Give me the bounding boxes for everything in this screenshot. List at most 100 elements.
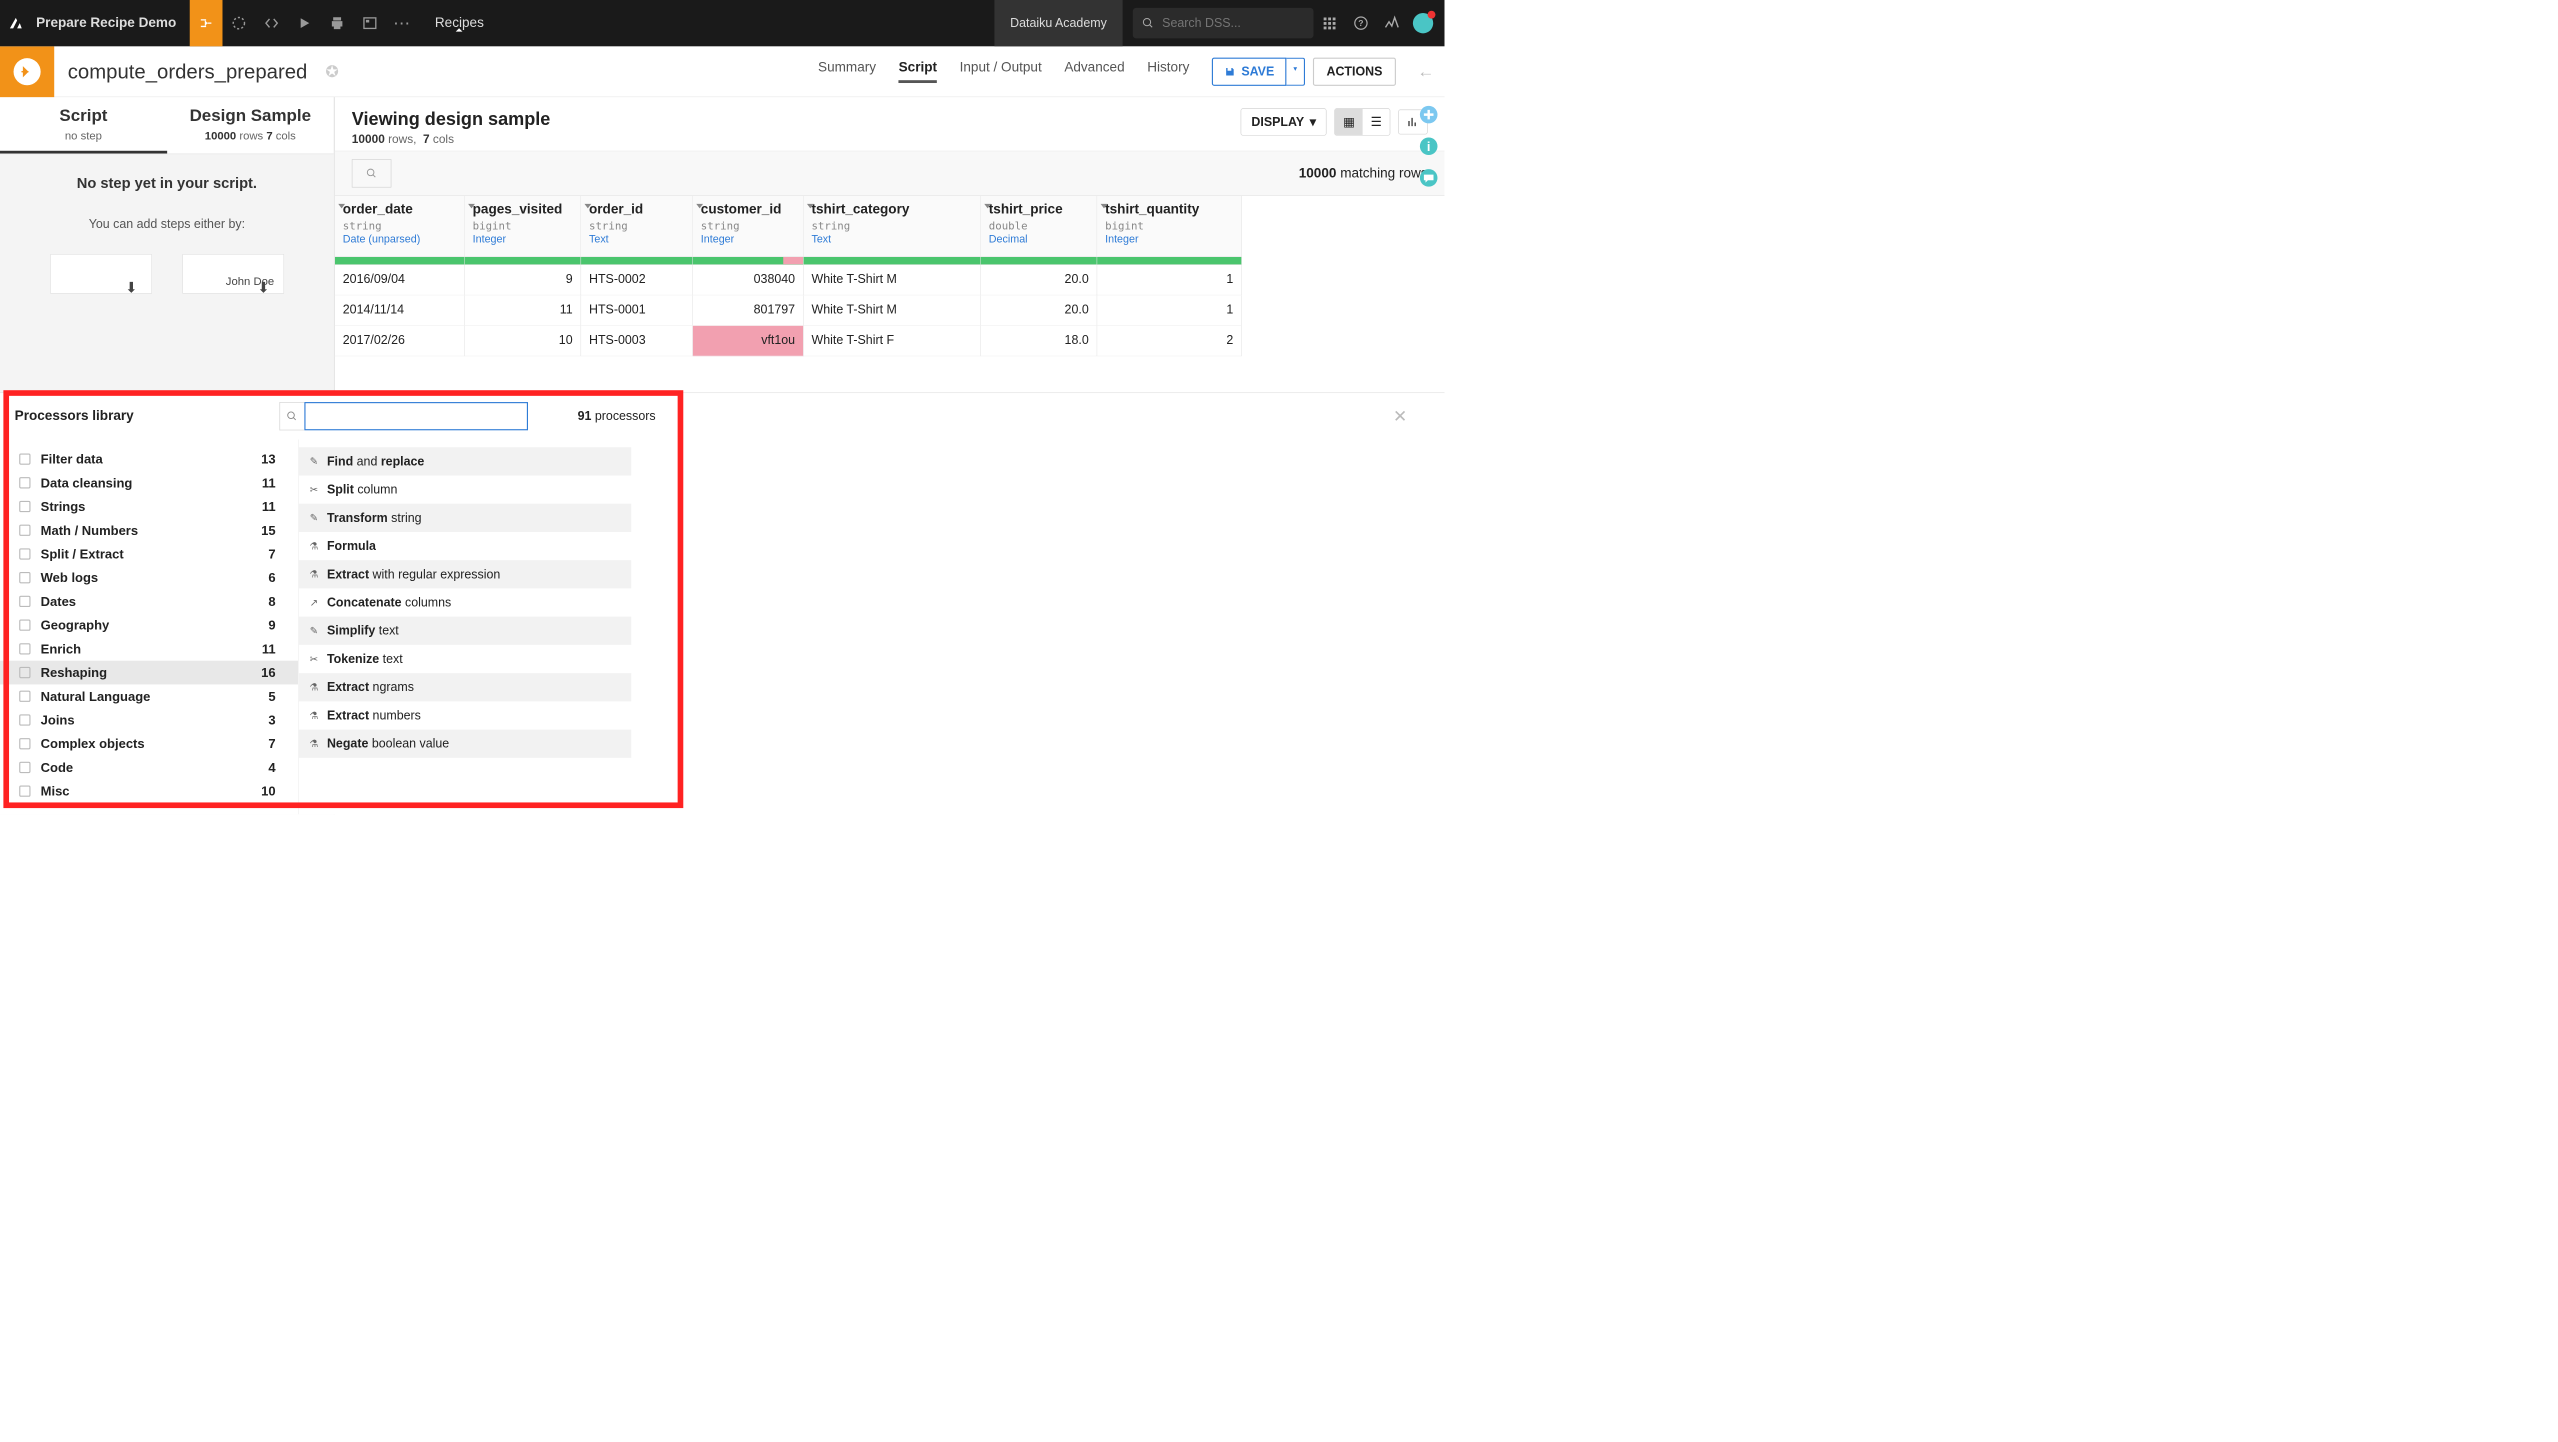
cell[interactable]: 11 [465,295,581,325]
category-row[interactable]: Geography9 [0,613,298,637]
flow-icon[interactable] [223,0,256,46]
cell[interactable]: 20.0 [981,265,1097,295]
cell[interactable]: HTS-0003 [581,326,693,356]
cell[interactable]: 10 [465,326,581,356]
checkbox-icon[interactable] [19,477,30,488]
breadcrumb-recipes[interactable]: Recipes [419,15,500,31]
checkbox-icon[interactable] [19,525,30,536]
discuss-icon[interactable] [1419,168,1438,187]
save-button[interactable]: SAVE [1212,57,1287,85]
category-row[interactable]: Math / Numbers15 [0,518,298,542]
cell[interactable]: 18.0 [981,326,1097,356]
category-row[interactable]: Misc10 [0,779,298,803]
tab-design-sample[interactable]: Design Sample 10000 rows 7 cols [167,97,334,153]
checkbox-icon[interactable] [19,785,30,796]
checkbox-icon[interactable] [19,548,30,559]
proc-search-input[interactable] [304,402,528,430]
cell[interactable]: 1 [1097,265,1242,295]
academy-link[interactable]: Dataiku Academy [994,0,1122,46]
processor-row[interactable]: ⚗Extract numbers [299,701,632,729]
cell[interactable]: 2016/09/04 [335,265,465,295]
cell[interactable]: White T-Shirt F [804,326,981,356]
apps-icon[interactable] [1313,0,1345,46]
column-header[interactable]: tshirt_categorystringText [804,196,981,257]
tab-script[interactable]: Script no step [0,97,167,153]
category-row[interactable]: Strings11 [0,495,298,519]
column-search-icon[interactable] [352,159,392,187]
processor-row[interactable]: ⚗Formula [299,532,632,560]
processor-row[interactable]: ✎Find and replace [299,447,632,475]
category-row[interactable]: Dates8 [0,590,298,614]
display-dropdown[interactable]: DISPLAY ▾ [1241,108,1327,135]
cell[interactable]: 1 [1097,295,1242,325]
tab-history[interactable]: History [1147,60,1189,83]
category-row[interactable]: Web logs6 [0,566,298,590]
tab-advanced[interactable]: Advanced [1064,60,1124,83]
column-header[interactable]: order_datestringDate (unparsed) [335,196,465,257]
cell[interactable]: 9 [465,265,581,295]
save-dropdown[interactable]: ▾ [1287,57,1305,85]
column-header[interactable]: order_idstringText [581,196,693,257]
favorite-icon[interactable]: ✪ [325,62,338,81]
info-icon[interactable]: i [1419,137,1438,156]
actions-button[interactable]: ACTIONS [1313,57,1396,85]
column-header[interactable]: tshirt_pricedoubleDecimal [981,196,1097,257]
table-row[interactable]: 2016/09/049HTS-0002038040White T-Shirt M… [335,265,1445,295]
category-row[interactable]: Filter data13 [0,447,298,471]
tab-script[interactable]: Script [899,60,937,83]
checkbox-icon[interactable] [19,738,30,749]
category-row[interactable]: Data cleansing11 [0,471,298,495]
user-avatar[interactable] [1413,13,1433,33]
checkbox-icon[interactable] [19,596,30,607]
processor-row[interactable]: ⚗Negate boolean value [299,730,632,758]
cell[interactable]: 2 [1097,326,1242,356]
checkbox-icon[interactable] [19,501,30,512]
table-row[interactable]: 2014/11/1411HTS-0001801797White T-Shirt … [335,295,1445,325]
cell[interactable]: 2014/11/14 [335,295,465,325]
processor-row[interactable]: ✂Tokenize text [299,645,632,673]
category-row[interactable]: Natural Language5 [0,684,298,708]
search-box[interactable] [1133,8,1314,38]
cell[interactable]: White T-Shirt M [804,265,981,295]
cell[interactable]: 801797 [693,295,804,325]
play-icon[interactable] [288,0,321,46]
processor-row[interactable]: ↗Concatenate columns [299,588,632,616]
category-row[interactable]: Complex objects7 [0,732,298,756]
checkbox-icon[interactable] [19,691,30,702]
table-row[interactable]: 2017/02/2610HTS-0003vft1ouWhite T-Shirt … [335,326,1445,356]
cell[interactable]: White T-Shirt M [804,295,981,325]
checkbox-icon[interactable] [19,714,30,725]
column-header[interactable]: pages_visitedbigintInteger [465,196,581,257]
processor-row[interactable]: ✎Simplify text [299,617,632,645]
category-row[interactable]: Split / Extract7 [0,542,298,566]
back-arrow-icon[interactable]: ← [1407,62,1444,81]
category-row[interactable]: Code4 [0,756,298,780]
checkbox-icon[interactable] [19,453,30,464]
cell[interactable]: 038040 [693,265,804,295]
tab-summary[interactable]: Summary [818,60,876,83]
tab-input-output[interactable]: Input / Output [960,60,1042,83]
column-header[interactable]: tshirt_quantitybigintInteger [1097,196,1242,257]
processor-row[interactable]: ⚗Extract ngrams [299,673,632,701]
logo-icon[interactable] [0,0,32,46]
activity-icon[interactable] [1377,0,1409,46]
cell[interactable]: vft1ou [693,326,804,356]
table-view-icon[interactable]: ▦ [1335,109,1363,135]
project-name[interactable]: Prepare Recipe Demo [32,15,190,31]
checkbox-icon[interactable] [19,667,30,678]
checkbox-icon[interactable] [19,762,30,773]
processor-row[interactable]: ✎Transform string [299,504,632,532]
category-row[interactable]: Joins3 [0,708,298,732]
search-input[interactable] [1162,16,1325,31]
help-icon[interactable]: ? [1345,0,1377,46]
checkbox-icon[interactable] [19,643,30,654]
cell[interactable]: HTS-0002 [581,265,693,295]
add-icon[interactable] [1419,105,1438,124]
more-icon[interactable]: ⋯ [386,0,419,46]
dashboard-icon[interactable] [354,0,387,46]
processor-row[interactable]: ✂Split column [299,475,632,503]
close-icon[interactable]: ✕ [1393,406,1407,426]
checkbox-icon[interactable] [19,619,30,630]
category-row[interactable]: Reshaping16 [0,661,298,685]
category-row[interactable]: Enrich11 [0,637,298,661]
